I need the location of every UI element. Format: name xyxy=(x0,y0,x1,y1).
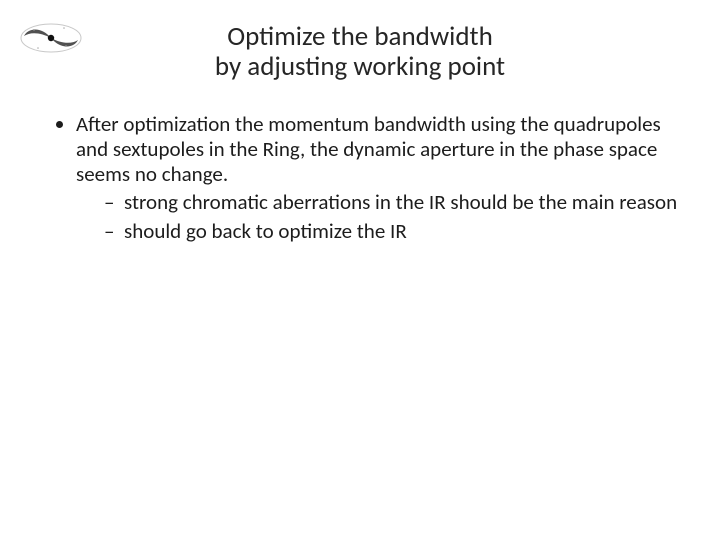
title-line-2: by adjusting working point xyxy=(0,52,720,82)
sub-bullet-list: strong chromatic aberrations in the IR s… xyxy=(76,190,680,244)
slide: Optimize the bandwidth by adjusting work… xyxy=(0,0,720,540)
slide-body: After optimization the momentum bandwidt… xyxy=(48,112,680,248)
title-line-1: Optimize the bandwidth xyxy=(0,22,720,52)
sub-bullet-text: strong chromatic aberrations in the IR s… xyxy=(124,189,677,215)
bullet-list: After optimization the momentum bandwidt… xyxy=(48,112,680,244)
sub-bullet-text: should go back to optimize the IR xyxy=(124,218,407,244)
list-item: After optimization the momentum bandwidt… xyxy=(76,112,680,244)
bullet-text: After optimization the momentum bandwidt… xyxy=(76,111,661,187)
list-item: should go back to optimize the IR xyxy=(104,219,680,244)
slide-title: Optimize the bandwidth by adjusting work… xyxy=(0,22,720,82)
list-item: strong chromatic aberrations in the IR s… xyxy=(104,190,680,215)
